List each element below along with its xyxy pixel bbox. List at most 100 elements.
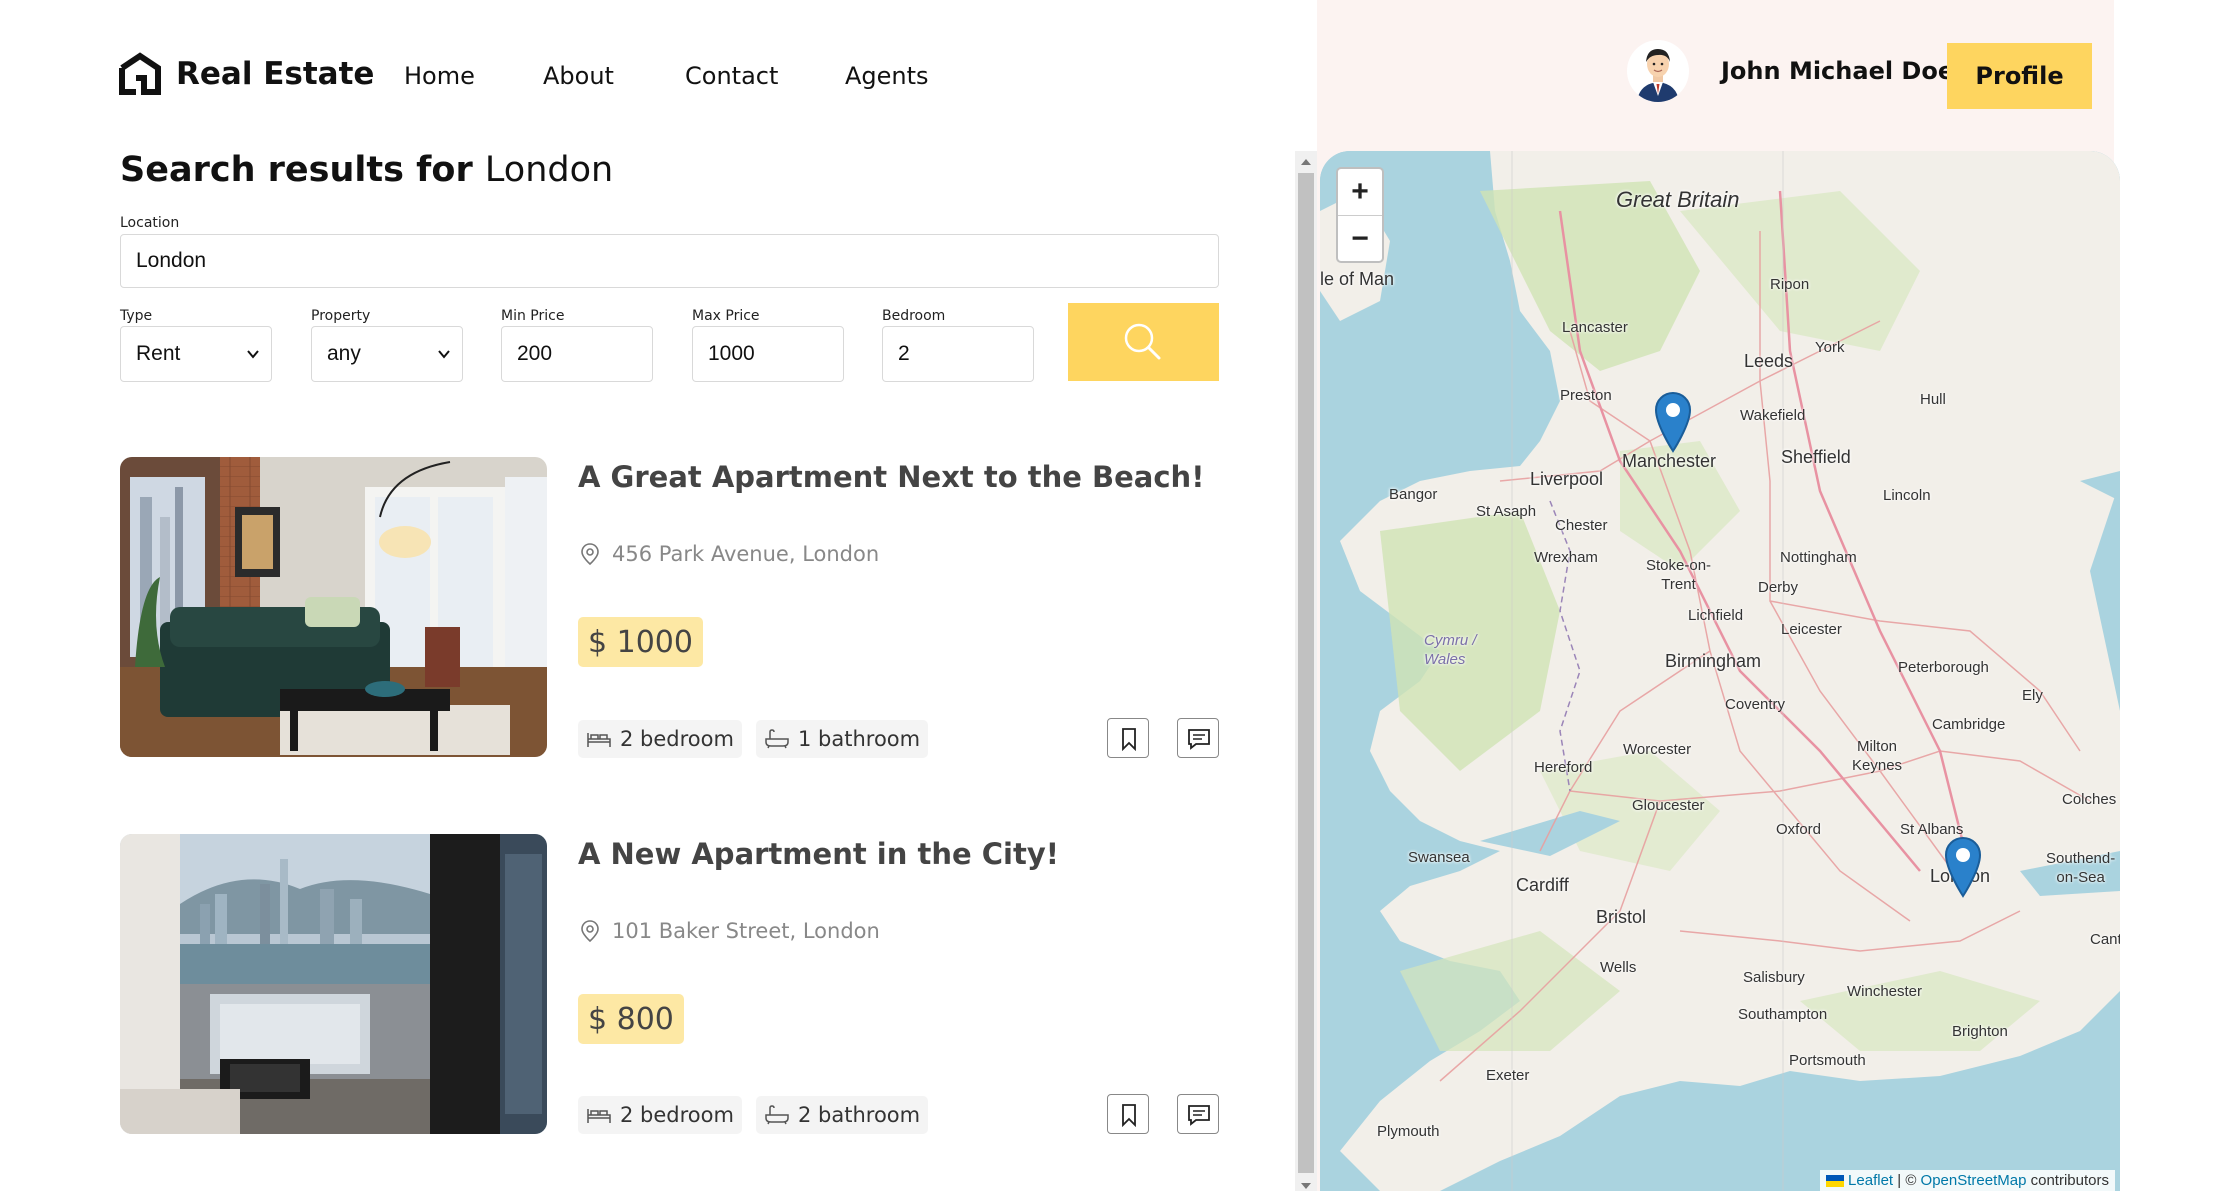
avatar[interactable]	[1627, 40, 1689, 102]
title-prefix: Search results for	[120, 150, 473, 190]
message-button[interactable]	[1177, 1094, 1219, 1134]
map-label-sheffield: Sheffield	[1781, 447, 1851, 467]
type-select[interactable]: Rent	[120, 326, 272, 382]
map-label-lincoln: Lincoln	[1883, 487, 1931, 504]
map-label-bangor: Bangor	[1389, 486, 1438, 503]
map-label-lancaster: Lancaster	[1562, 319, 1628, 336]
scroll-thumb[interactable]	[1298, 173, 1314, 1173]
map-label-plymouth: Plymouth	[1377, 1123, 1440, 1140]
profile-button[interactable]: Profile	[1947, 43, 2092, 109]
osm-link[interactable]: OpenStreetMap	[1921, 1172, 2027, 1189]
listing-image[interactable]	[120, 834, 547, 1134]
map-label-hull: Hull	[1920, 391, 1946, 408]
nav-link-home[interactable]: Home	[404, 62, 475, 90]
nav-link-about[interactable]: About	[543, 62, 614, 90]
map-label-canterbury: Cant	[2090, 931, 2120, 948]
chat-icon	[1188, 1105, 1210, 1126]
list-scrollbar[interactable]	[1295, 151, 1317, 1191]
chat-icon	[1188, 729, 1210, 750]
ukraine-flag-icon	[1825, 1175, 1844, 1188]
bookmark-icon	[1122, 1104, 1136, 1127]
map-label-coventry: Coventry	[1725, 696, 1786, 713]
max-price-input[interactable]: 1000	[692, 326, 844, 382]
map-label-oxford: Oxford	[1776, 821, 1822, 838]
bedroom-count-text: 2 bedroom	[620, 727, 734, 751]
map-marker-icon[interactable]	[1944, 836, 1982, 898]
zoom-in-button[interactable]: +	[1338, 169, 1382, 215]
map-label-york: York	[1815, 339, 1845, 356]
type-label: Type	[120, 308, 153, 324]
map-label-great-britain: Great Britain	[1616, 187, 1740, 212]
bathroom-count: 1 bathroom	[756, 720, 929, 758]
map-label-ripon: Ripon	[1770, 276, 1810, 293]
min-price-input[interactable]: 200	[501, 326, 653, 382]
bathroom-count-text: 1 bathroom	[798, 727, 921, 751]
bath-icon	[765, 1105, 789, 1125]
listing-address-text: 456 Park Avenue, London	[612, 542, 880, 566]
location-input[interactable]: London	[120, 234, 1219, 288]
map[interactable]: + − Great Britain le of Man Ripon Lancas…	[1320, 151, 2120, 1191]
message-button[interactable]	[1177, 718, 1219, 758]
map-label-ely: Ely	[2022, 687, 2043, 704]
map-label-liverpool: Liverpool	[1530, 469, 1604, 489]
map-label-wrexham: Wrexham	[1534, 549, 1598, 566]
zoom-control[interactable]: + −	[1336, 167, 1384, 263]
nav-link-contact[interactable]: Contact	[685, 62, 778, 90]
zoom-out-button[interactable]: −	[1338, 215, 1382, 261]
map-label-southampton: Southampton	[1738, 1006, 1828, 1023]
map-label-nottingham: Nottingham	[1780, 549, 1857, 566]
search-button[interactable]	[1068, 303, 1219, 381]
map-label-salisbury: Salisbury	[1743, 969, 1805, 986]
map-label-lichfield: Lichfield	[1688, 607, 1744, 624]
bedroom-count: 2 bedroom	[578, 1096, 742, 1134]
location-label: Location	[120, 215, 180, 231]
listing-title[interactable]: A New Apartment in the City!	[578, 837, 1059, 871]
map-label-bristol: Bristol	[1596, 907, 1647, 927]
map-label-birmingham: Birmingham	[1665, 651, 1762, 671]
map-label-cambridge: Cambridge	[1932, 716, 2006, 733]
page-title: Search results for London	[120, 150, 613, 190]
map-label-manchester: Manchester	[1622, 451, 1717, 471]
chevron-down-icon	[438, 350, 450, 359]
location-pin-icon	[581, 920, 599, 943]
listing-title[interactable]: A Great Apartment Next to the Beach!	[578, 460, 1204, 494]
bedroom-label: Bedroom	[882, 308, 946, 324]
map-label-southend: Southend- on-Sea	[2046, 850, 2116, 886]
listing-price: $ 1000	[578, 617, 703, 667]
min-price-label: Min Price	[501, 308, 565, 324]
type-select-value: Rent	[136, 342, 181, 365]
house-logo-icon	[119, 52, 161, 95]
map-label-exeter: Exeter	[1486, 1067, 1530, 1084]
map-label-chester: Chester	[1555, 517, 1608, 534]
map-label-wales: Cymru / Wales	[1424, 632, 1477, 668]
map-label-isle-of-man: le of Man	[1320, 269, 1395, 289]
attribution-separator: | ©	[1893, 1172, 1921, 1189]
map-label-leicester: Leicester	[1781, 621, 1842, 638]
bookmark-button[interactable]	[1107, 1094, 1149, 1134]
bedroom-input[interactable]: 2	[882, 326, 1034, 382]
listing-image[interactable]	[120, 457, 547, 757]
map-label-wakefield: Wakefield	[1740, 407, 1806, 424]
map-label-portsmouth: Portsmouth	[1789, 1052, 1866, 1069]
title-query: London	[484, 150, 614, 190]
map-marker-icon[interactable]	[1654, 391, 1692, 453]
map-label-colchester: Colches	[2062, 791, 2117, 808]
brand-name: Real Estate	[176, 56, 375, 92]
map-attribution: Leaflet | © OpenStreetMap contributors	[1819, 1170, 2115, 1191]
nav-link-agents[interactable]: Agents	[845, 62, 929, 90]
bathroom-count: 2 bathroom	[756, 1096, 929, 1134]
bed-icon	[587, 1109, 611, 1123]
property-select[interactable]: any	[311, 326, 463, 382]
map-label-winchester: Winchester	[1847, 983, 1923, 1000]
bookmark-button[interactable]	[1107, 718, 1149, 758]
bedroom-count: 2 bedroom	[578, 720, 742, 758]
property-select-value: any	[327, 342, 361, 365]
scroll-up-arrow-icon[interactable]	[1301, 159, 1311, 165]
leaflet-link[interactable]: Leaflet	[1848, 1172, 1893, 1189]
max-price-label: Max Price	[692, 308, 760, 324]
bathroom-count-text: 2 bathroom	[798, 1103, 921, 1127]
attribution-rest: contributors	[2026, 1172, 2109, 1189]
brand-logo[interactable]: Real Estate	[118, 52, 374, 96]
scroll-down-arrow-icon[interactable]	[1301, 1183, 1311, 1189]
bath-icon	[765, 729, 789, 749]
